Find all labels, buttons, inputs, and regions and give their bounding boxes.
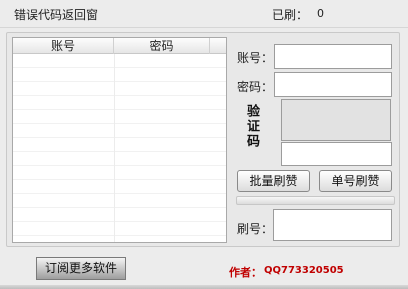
column-divider: [114, 54, 115, 242]
batch-like-button[interactable]: 批量刷赞: [237, 170, 310, 192]
account-label: 账号：: [237, 51, 274, 65]
column-header-password[interactable]: 密码: [114, 38, 210, 54]
separator-bar: [236, 196, 395, 205]
refresh-id-label: 刷号：: [237, 222, 274, 236]
refresh-id-input[interactable]: [273, 209, 392, 241]
account-input[interactable]: [274, 44, 392, 69]
password-label: 密码：: [237, 80, 274, 94]
account-list[interactable]: 账号 密码: [12, 37, 227, 243]
author-label: 作者：: [229, 266, 262, 279]
list-header: 账号 密码: [13, 38, 226, 54]
single-like-button[interactable]: 单号刷赞: [319, 170, 392, 192]
subscribe-more-software-button[interactable]: 订阅更多软件: [36, 257, 126, 280]
list-body[interactable]: [13, 54, 226, 242]
captcha-image[interactable]: [281, 99, 391, 141]
error-window-title: 错误代码返回窗: [14, 8, 99, 22]
password-input[interactable]: [274, 72, 392, 97]
bottom-edge: [0, 285, 408, 289]
captcha-input[interactable]: [281, 142, 392, 166]
column-header-account[interactable]: 账号: [13, 38, 114, 54]
refreshed-label: 已刷：: [272, 8, 309, 22]
captcha-label: 验证码: [244, 104, 259, 149]
author-qq: QQ773320505: [264, 265, 344, 276]
refreshed-count: 0: [317, 7, 324, 20]
